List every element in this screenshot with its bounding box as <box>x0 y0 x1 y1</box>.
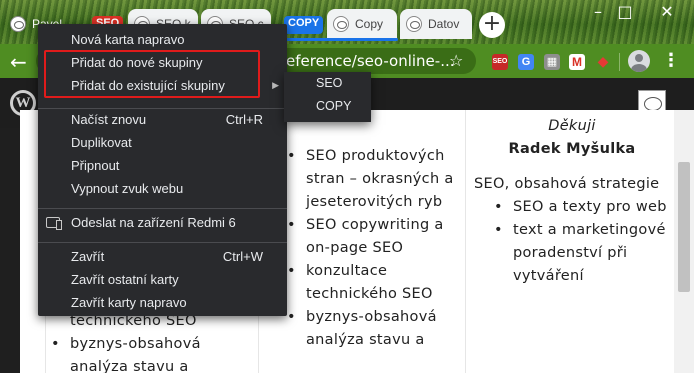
shortcut-label: Ctrl+R <box>225 112 263 127</box>
chevron-right-icon: ▶ <box>272 80 279 90</box>
site-favicon-icon <box>10 16 26 32</box>
star-icon[interactable]: ☆ <box>449 51 463 70</box>
menu-item-pin[interactable]: Připnout <box>38 154 287 177</box>
toolbar-divider <box>619 53 620 71</box>
list-item: byznys-obsahová analýza stavu a <box>283 306 463 352</box>
minimize-button[interactable]: – <box>583 2 613 21</box>
color-extension-icon[interactable]: ▦ <box>544 54 560 70</box>
maximize-button[interactable]: □ <box>610 2 640 21</box>
tab-group-copy[interactable]: COPY <box>284 16 324 34</box>
profile-avatar-icon[interactable] <box>628 50 650 72</box>
red-extension-icon[interactable]: ◆ <box>595 54 611 70</box>
tab-group-copy-underline <box>284 38 398 41</box>
shortcut-label: Ctrl+W <box>222 249 263 264</box>
submenu-item-seo[interactable]: SEO <box>284 72 371 95</box>
menu-item-close[interactable]: Zavřít Ctrl+W <box>38 245 287 268</box>
thanks-text: Děkuji <box>548 118 596 134</box>
tab-title: Datov <box>428 17 460 31</box>
highlight-box <box>44 50 260 98</box>
menu-item-mute-site[interactable]: Vypnout zvuk webu <box>38 177 287 200</box>
menu-separator <box>38 242 287 243</box>
list-item: text a marketingové poradenství při vytv… <box>490 219 670 288</box>
reference-column-3: Děkuji Radek Myšulka SEO, obsahová strat… <box>474 115 670 288</box>
list-item: byznys-obsahováanalýza stavu a <box>47 333 255 373</box>
tab-copy[interactable]: Copy <box>327 9 397 39</box>
device-icon <box>46 217 62 230</box>
list-item: SEO a texty pro web <box>490 196 670 219</box>
tab-datov[interactable]: Datov <box>400 9 472 39</box>
author-name: Radek Myšulka <box>508 141 636 157</box>
seo-extension-icon[interactable]: SEO <box>492 54 508 70</box>
menu-separator <box>38 208 287 209</box>
reference-column-2: SEO produktových stran – okrasných a jes… <box>283 145 463 352</box>
site-favicon-icon <box>406 16 422 32</box>
close-window-button[interactable]: ✕ <box>652 2 682 21</box>
arrow-left-icon[interactable]: ← <box>10 50 27 74</box>
menu-item-send-to-device[interactable]: Odeslat na zařízení Redmi 6 <box>38 211 287 234</box>
menu-item-close-other-tabs[interactable]: Zavřít ostatní karty <box>38 268 287 291</box>
list-item: SEO produktových stran – okrasných a jes… <box>283 145 463 214</box>
existing-group-submenu: SEO COPY <box>284 72 371 122</box>
scrollbar-thumb[interactable] <box>678 162 690 292</box>
page-scrollbar[interactable] <box>674 110 694 373</box>
tab-title: Copy <box>355 17 384 31</box>
reference-column-1: technického SEO byznys-obsahováanalýza s… <box>51 310 255 373</box>
column-divider <box>465 110 466 373</box>
gmail-extension-icon[interactable]: M <box>569 54 585 70</box>
submenu-item-copy[interactable]: COPY <box>284 95 371 118</box>
menu-item-close-tabs-right[interactable]: Zavřít karty napravo <box>38 291 287 314</box>
menu-item-duplicate[interactable]: Duplikovat <box>38 131 287 154</box>
list-item: konzultace technického SEO <box>283 260 463 306</box>
more-menu-icon[interactable]: ⋮ <box>662 50 680 71</box>
menu-item-reload[interactable]: Načíst znovu Ctrl+R <box>38 108 287 131</box>
site-favicon-icon <box>333 16 349 32</box>
menu-item-new-tab-right[interactable]: Nová karta napravo <box>38 28 287 51</box>
translate-extension-icon[interactable]: G <box>518 54 534 70</box>
intro-text: SEO, obsahová strategie <box>474 176 660 192</box>
list-item: SEO copywriting a on-page SEO <box>283 214 463 260</box>
new-tab-button[interactable]: + <box>479 12 505 38</box>
